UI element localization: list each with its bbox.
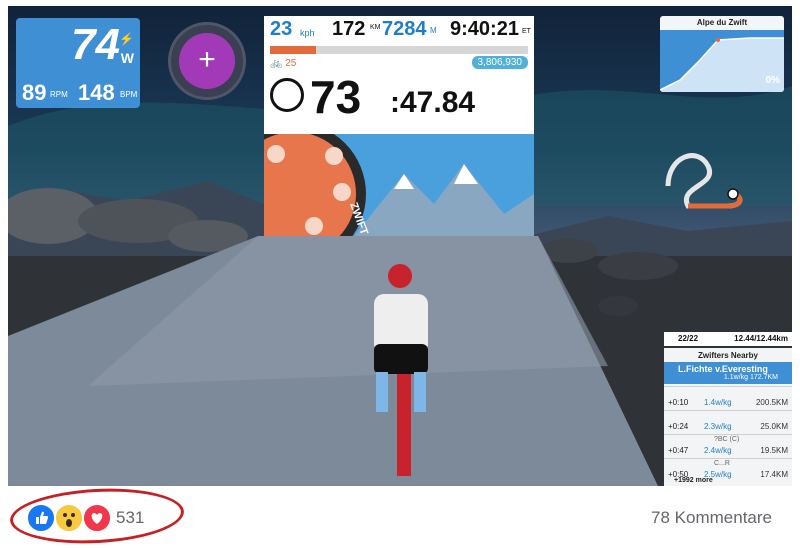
row-gap: +0:10 xyxy=(668,398,689,407)
level-value: 25 xyxy=(285,58,297,69)
grade-value: 0% xyxy=(765,75,780,86)
lap-counter: 22/22 12.44/12.44km xyxy=(664,332,792,346)
self-stats: 1.1w/kg 172.7KM xyxy=(723,374,778,381)
row-distance: 17.4KM xyxy=(760,470,788,479)
leaderboard-row: +0:24 2.3w/kg 25.0KM xyxy=(664,410,792,433)
heart-rate-unit: BPM xyxy=(120,90,138,99)
route-name: Alpe du Zwift xyxy=(696,18,748,27)
comments-link[interactable]: 78 Kommentare xyxy=(651,508,772,528)
row-gap: +0:24 xyxy=(668,422,689,431)
stopwatch-icon xyxy=(270,78,304,112)
distance-value: 172 xyxy=(332,18,366,40)
elapsed-time: 9:40:21 xyxy=(450,18,519,40)
nearby-leaderboard: Zwifters Nearby L.Fichte v.Everesting 1.… xyxy=(664,348,792,486)
post-footer: 531 78 Kommentare xyxy=(0,484,800,548)
leaderboard-self-row: L.Fichte v.Everesting 1.1w/kg 172.7KM xyxy=(664,362,792,384)
red-annotation-circle xyxy=(8,484,186,548)
timer-main: 73 xyxy=(310,71,362,123)
row-wkg: 2.4w/kg xyxy=(704,446,732,455)
xp-progress-bar xyxy=(270,46,528,54)
game-screenshot: 74 ⚡ W 89 RPM 148 BPM + 23 kph 172 KM 72… xyxy=(8,6,792,486)
speed-unit: kph xyxy=(300,28,315,38)
speed-value: 23 xyxy=(270,18,293,40)
row-gap: +0:47 xyxy=(668,446,689,455)
rider-level: 🚲 25 xyxy=(270,58,297,69)
timer-fraction: :47.84 xyxy=(390,86,476,119)
distance-unit: KM xyxy=(370,24,381,31)
xp-progress-fill xyxy=(270,46,317,54)
powerup-slot[interactable]: + xyxy=(168,22,246,100)
powerup-wheel-and-mountains: ZWIFT xyxy=(264,134,534,236)
row-distance: 19.5KM xyxy=(760,446,788,455)
row-name: C...R xyxy=(714,460,730,467)
leaderboard-row: +0:10 1.4w/kg 200.5KM xyxy=(664,386,792,409)
route-minimap xyxy=(665,153,743,209)
more-riders: +1992 more xyxy=(674,477,713,484)
bolt-icon: ⚡ xyxy=(119,32,134,46)
leaderboard-title: Zwifters Nearby xyxy=(697,351,759,360)
leaderboard-row: +0:47 ?BC (C) 2.4w/kg 19.5KM xyxy=(664,434,792,457)
climb-unit: M xyxy=(430,26,437,35)
plus-icon: + xyxy=(179,33,235,89)
ride-stats-panel: 23 kph 172 KM 7284 M 9:40:21 ET 🚲 25 3,8… xyxy=(264,16,534,236)
elevation-panel: Alpe du Zwift 0% xyxy=(660,16,784,92)
lap-value: 22/22 xyxy=(678,334,699,343)
row-distance: 25.0KM xyxy=(760,422,788,431)
xp-total: 3,806,930 xyxy=(471,56,528,69)
power-unit: W xyxy=(120,50,134,66)
power-panel: 74 ⚡ W 89 RPM 148 BPM xyxy=(16,18,140,108)
cadence-value: 89 xyxy=(22,80,47,105)
row-wkg: 1.4w/kg xyxy=(704,398,732,407)
elapsed-unit: ET xyxy=(522,28,531,35)
cadence-unit: RPM xyxy=(50,90,68,99)
heart-rate-value: 148 xyxy=(78,80,115,105)
lap-distance: 12.44/12.44km xyxy=(734,334,788,343)
power-value: 74 xyxy=(71,20,120,69)
self-name: L.Fichte v.Everesting xyxy=(678,364,768,374)
row-name: ?BC (C) xyxy=(714,436,740,443)
row-wkg: 2.3w/kg xyxy=(704,422,732,431)
row-distance: 200.5KM xyxy=(755,398,788,407)
climb-value: 7284 xyxy=(382,18,427,40)
